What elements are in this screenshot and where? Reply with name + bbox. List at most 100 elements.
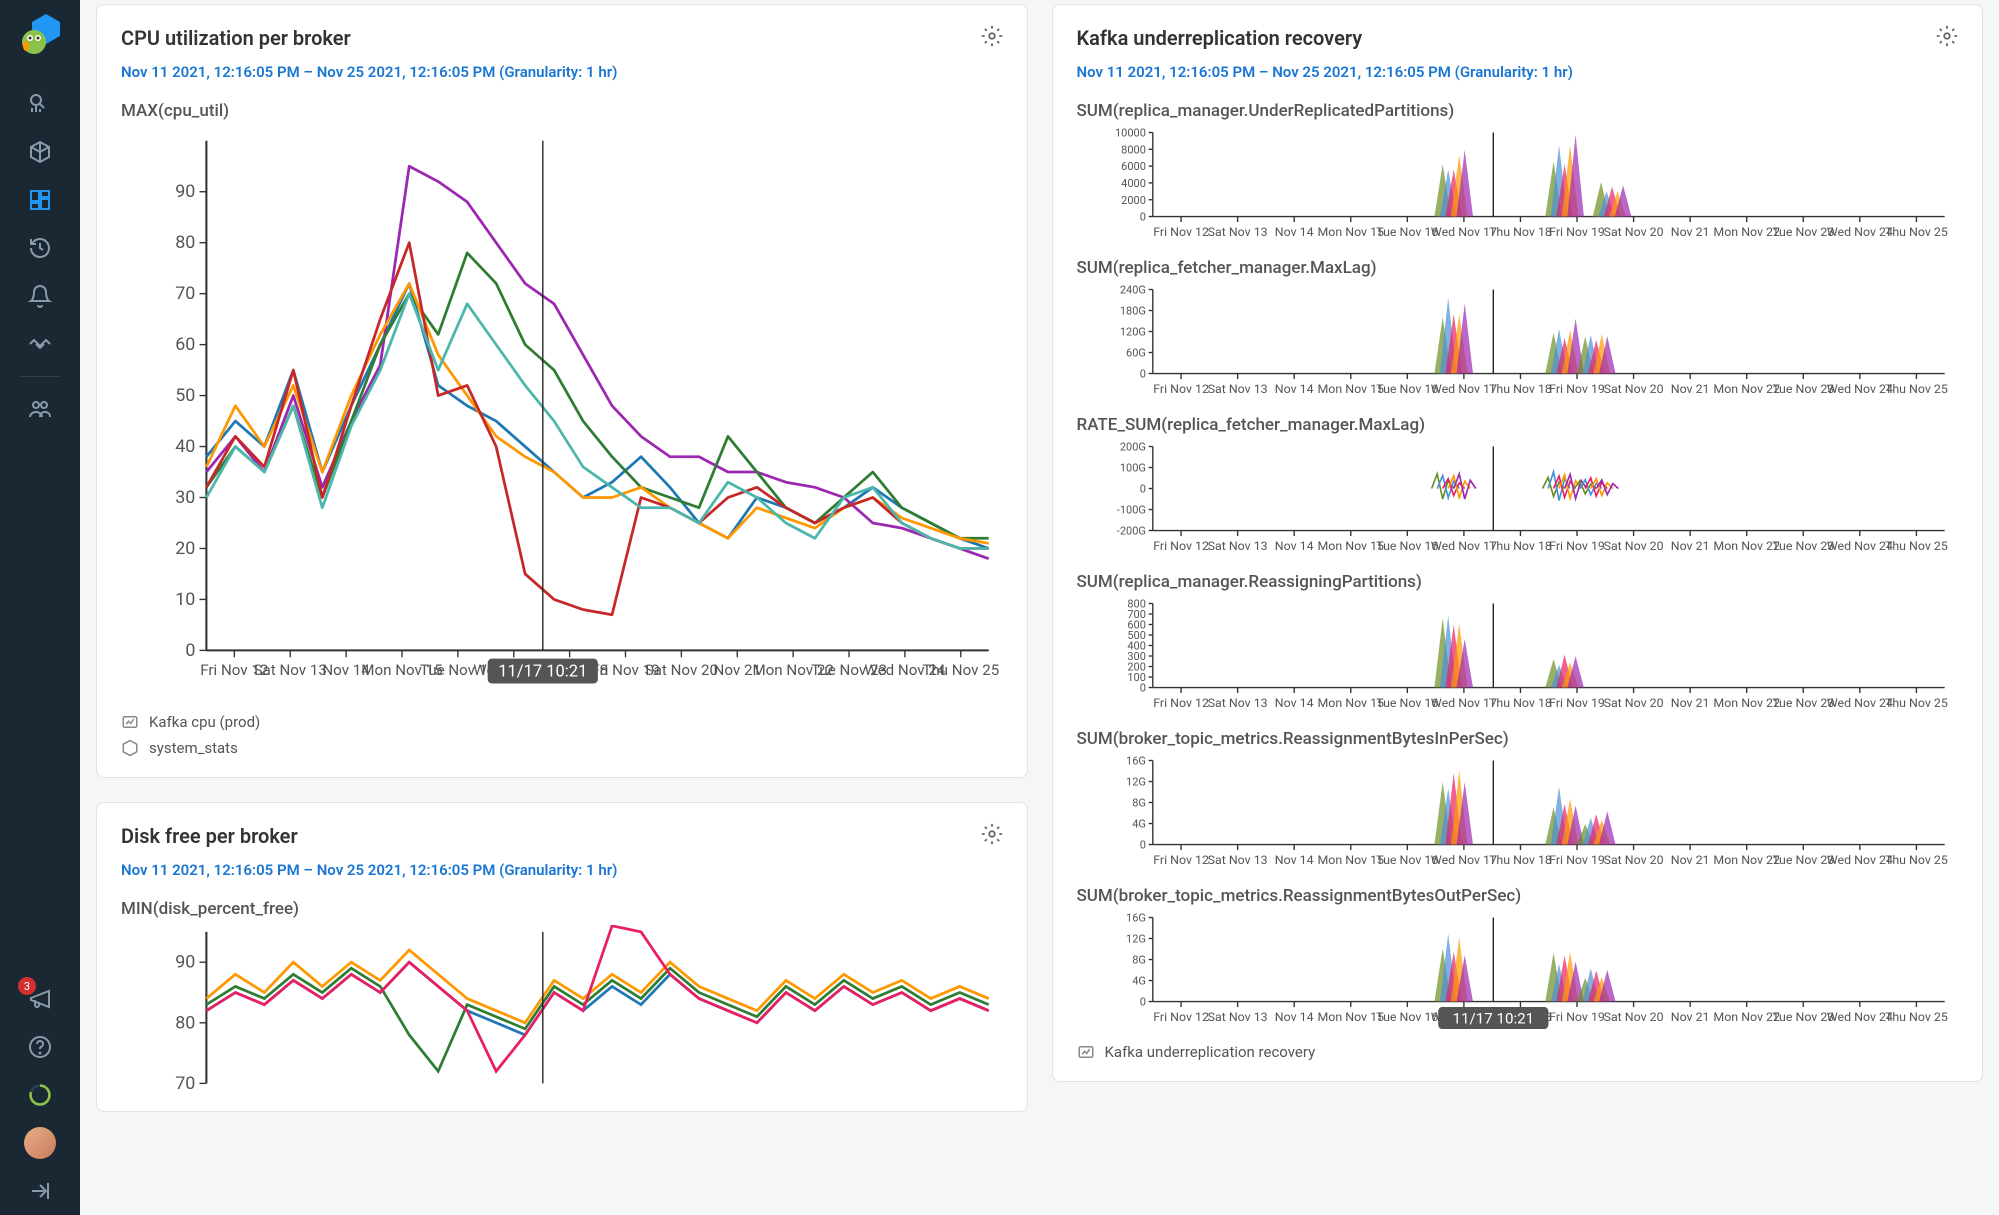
disk-card: Disk free per broker Nov 11 2021, 12:16:… bbox=[96, 802, 1028, 1111]
time-range: Nov 11 2021, 12:16:05 PM – Nov 25 2021, … bbox=[121, 63, 1003, 81]
mini-chart-3[interactable]: RATE_SUM(replica_fetcher_manager.MaxLag)… bbox=[1077, 415, 1959, 558]
svg-text:4000: 4000 bbox=[1121, 177, 1146, 190]
metric-title: SUM(broker_topic_metrics.ReassignmentByt… bbox=[1077, 886, 1959, 906]
svg-text:Nov 21: Nov 21 bbox=[1670, 383, 1709, 397]
svg-text:200G: 200G bbox=[1119, 441, 1145, 454]
gear-icon[interactable] bbox=[981, 25, 1003, 51]
nav-handshake-icon[interactable] bbox=[20, 324, 60, 364]
svg-text:80: 80 bbox=[175, 1013, 195, 1034]
metric-title: RATE_SUM(replica_fetcher_manager.MaxLag) bbox=[1077, 415, 1959, 435]
svg-text:Nov 14: Nov 14 bbox=[1274, 540, 1313, 554]
user-avatar[interactable] bbox=[24, 1127, 56, 1159]
time-range: Nov 11 2021, 12:16:05 PM – Nov 25 2021, … bbox=[1077, 63, 1959, 81]
gear-icon[interactable] bbox=[1936, 25, 1958, 51]
nav-progress-ring[interactable] bbox=[20, 1075, 60, 1115]
svg-text:Mon Nov 22: Mon Nov 22 bbox=[1713, 854, 1780, 868]
svg-text:Thu Nov 25: Thu Nov 25 bbox=[1884, 1011, 1947, 1025]
svg-text:Thu Nov 18: Thu Nov 18 bbox=[1489, 697, 1552, 711]
svg-text:Fri Nov 19: Fri Nov 19 bbox=[1549, 854, 1605, 868]
svg-text:Nov 21: Nov 21 bbox=[1670, 540, 1709, 554]
svg-text:Nov 21: Nov 21 bbox=[1670, 697, 1709, 711]
disk-chart[interactable]: 708090 bbox=[121, 925, 1003, 1090]
nav-history-icon[interactable] bbox=[20, 228, 60, 268]
svg-text:Sat Nov 20: Sat Nov 20 bbox=[1603, 697, 1663, 711]
mini-chart-5[interactable]: SUM(broker_topic_metrics.ReassignmentByt… bbox=[1077, 729, 1959, 872]
svg-text:Wed Nov 24: Wed Nov 24 bbox=[1826, 697, 1892, 711]
svg-text:-100G: -100G bbox=[1116, 504, 1145, 517]
mini-chart-6[interactable]: SUM(broker_topic_metrics.ReassignmentByt… bbox=[1077, 886, 1959, 1029]
svg-text:16G: 16G bbox=[1126, 755, 1146, 768]
svg-text:70: 70 bbox=[175, 283, 195, 304]
svg-text:2000: 2000 bbox=[1121, 194, 1146, 207]
svg-text:0: 0 bbox=[1139, 211, 1145, 224]
svg-text:800: 800 bbox=[1127, 598, 1146, 611]
nav-announce-icon[interactable]: 3 bbox=[20, 979, 60, 1019]
svg-text:Thu Nov 25: Thu Nov 25 bbox=[1884, 226, 1947, 240]
sidebar: 3 bbox=[0, 0, 80, 1215]
legend-item: system_stats bbox=[121, 739, 1003, 757]
svg-text:Mon Nov 22: Mon Nov 22 bbox=[1713, 1011, 1780, 1025]
svg-text:Fri Nov 12: Fri Nov 12 bbox=[1153, 383, 1209, 397]
nav-people-icon[interactable] bbox=[20, 389, 60, 429]
svg-text:120G: 120G bbox=[1119, 326, 1145, 339]
nav-cube-icon[interactable] bbox=[20, 132, 60, 172]
svg-text:Thu Nov 25: Thu Nov 25 bbox=[1884, 697, 1947, 711]
svg-text:Sat Nov 20: Sat Nov 20 bbox=[645, 661, 718, 679]
svg-text:Thu Nov 25: Thu Nov 25 bbox=[922, 661, 999, 679]
metric-title: MIN(disk_percent_free) bbox=[121, 899, 1003, 919]
mini-chart-1[interactable]: SUM(replica_manager.UnderReplicatedParti… bbox=[1077, 101, 1959, 244]
svg-text:Sat Nov 13: Sat Nov 13 bbox=[1207, 540, 1267, 554]
metric-title: SUM(broker_topic_metrics.ReassignmentByt… bbox=[1077, 729, 1959, 749]
svg-text:Nov 21: Nov 21 bbox=[1670, 1011, 1709, 1025]
svg-text:Sat Nov 20: Sat Nov 20 bbox=[1603, 383, 1663, 397]
legend-label: Kafka underreplication recovery bbox=[1105, 1043, 1316, 1061]
svg-text:Sat Nov 13: Sat Nov 13 bbox=[1207, 854, 1267, 868]
svg-text:Sat Nov 13: Sat Nov 13 bbox=[1207, 226, 1267, 240]
svg-text:Fri Nov 19: Fri Nov 19 bbox=[1549, 697, 1605, 711]
svg-text:Wed Nov 24: Wed Nov 24 bbox=[1826, 226, 1892, 240]
svg-text:Tue Nov 16: Tue Nov 16 bbox=[1376, 226, 1438, 240]
nav-dashboard-icon[interactable] bbox=[20, 180, 60, 220]
main-content: CPU utilization per broker Nov 11 2021, … bbox=[80, 0, 1999, 1215]
time-range: Nov 11 2021, 12:16:05 PM – Nov 25 2021, … bbox=[121, 861, 1003, 879]
svg-text:12G: 12G bbox=[1126, 933, 1146, 946]
svg-text:240G: 240G bbox=[1119, 284, 1145, 297]
legend-label: Kafka cpu (prod) bbox=[149, 713, 260, 731]
svg-text:Wed Nov 24: Wed Nov 24 bbox=[1826, 540, 1892, 554]
right-column: Kafka underreplication recovery Nov 11 2… bbox=[1052, 0, 1984, 1215]
nav-help-icon[interactable] bbox=[20, 1027, 60, 1067]
nav-collapse-icon[interactable] bbox=[20, 1171, 60, 1211]
svg-text:Wed Nov 17: Wed Nov 17 bbox=[1430, 226, 1496, 240]
mini-chart-2[interactable]: SUM(replica_fetcher_manager.MaxLag) 060G… bbox=[1077, 258, 1959, 401]
sidebar-divider bbox=[20, 376, 60, 377]
svg-text:180G: 180G bbox=[1119, 305, 1145, 318]
svg-text:Fri Nov 12: Fri Nov 12 bbox=[1153, 697, 1209, 711]
svg-text:Fri Nov 12: Fri Nov 12 bbox=[1153, 226, 1209, 240]
left-column: CPU utilization per broker Nov 11 2021, … bbox=[96, 0, 1028, 1215]
svg-text:Wed Nov 17: Wed Nov 17 bbox=[1430, 540, 1496, 554]
svg-text:6000: 6000 bbox=[1121, 160, 1146, 173]
cpu-chart[interactable]: 0102030405060708090Fri Nov 12Sat Nov 13N… bbox=[121, 127, 1003, 705]
svg-text:Tue Nov 23: Tue Nov 23 bbox=[1772, 697, 1834, 711]
nav-search-icon[interactable] bbox=[20, 84, 60, 124]
svg-text:Sat Nov 13: Sat Nov 13 bbox=[1207, 1011, 1267, 1025]
svg-text:90: 90 bbox=[175, 952, 195, 973]
svg-text:Mon Nov 22: Mon Nov 22 bbox=[1713, 697, 1780, 711]
svg-text:Mon Nov 22: Mon Nov 22 bbox=[1713, 226, 1780, 240]
svg-text:11/17 10:21: 11/17 10:21 bbox=[498, 663, 587, 682]
svg-text:12G: 12G bbox=[1126, 776, 1146, 789]
svg-text:Mon Nov 15: Mon Nov 15 bbox=[1317, 540, 1384, 554]
under-card: Kafka underreplication recovery Nov 11 2… bbox=[1052, 4, 1984, 1082]
svg-text:Sat Nov 20: Sat Nov 20 bbox=[1603, 1011, 1663, 1025]
nav-bell-icon[interactable] bbox=[20, 276, 60, 316]
svg-text:Fri Nov 19: Fri Nov 19 bbox=[1549, 1011, 1605, 1025]
app-logo[interactable] bbox=[16, 12, 64, 60]
svg-text:Wed Nov 17: Wed Nov 17 bbox=[1430, 697, 1496, 711]
gear-icon[interactable] bbox=[981, 823, 1003, 849]
mini-chart-4[interactable]: SUM(replica_manager.ReassigningPartition… bbox=[1077, 572, 1959, 715]
svg-text:Sat Nov 20: Sat Nov 20 bbox=[1603, 540, 1663, 554]
svg-text:Tue Nov 16: Tue Nov 16 bbox=[1376, 854, 1438, 868]
svg-text:Nov 21: Nov 21 bbox=[1670, 854, 1709, 868]
legend-item: Kafka cpu (prod) bbox=[121, 713, 1003, 731]
svg-text:Wed Nov 24: Wed Nov 24 bbox=[1826, 854, 1892, 868]
